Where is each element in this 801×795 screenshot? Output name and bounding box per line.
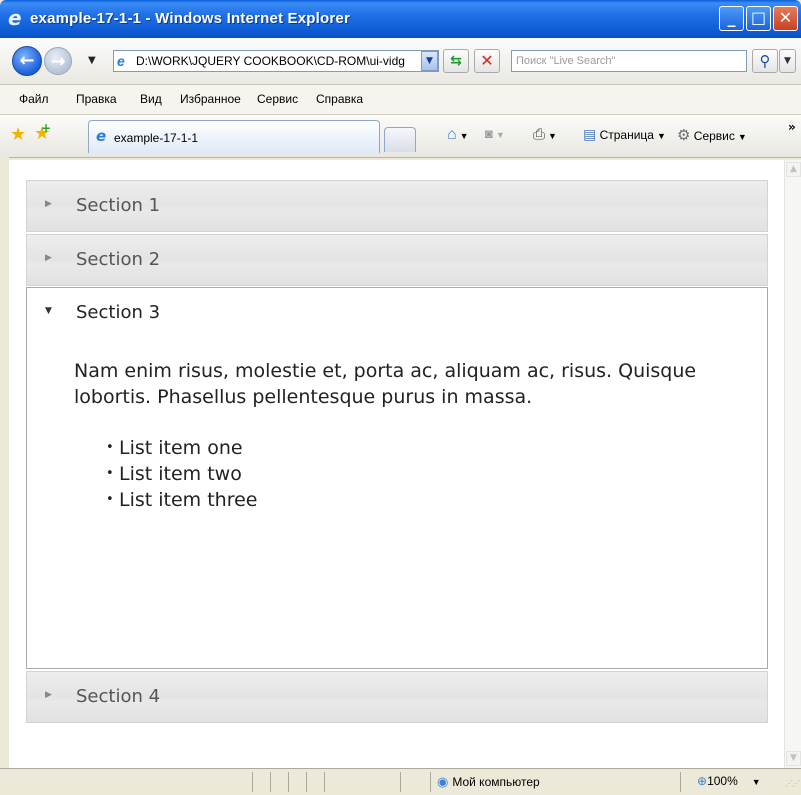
page-menu-button[interactable]: ▤ Страница ▼ xyxy=(583,126,666,143)
gear-icon: ⚙ xyxy=(677,127,691,144)
stop-icon: ✕ xyxy=(480,51,494,70)
list-item: List item three xyxy=(106,487,258,513)
list-item: List item two xyxy=(106,461,257,487)
menu-bar: Файл Правка Вид Избранное Сервис Справка xyxy=(0,85,801,115)
refresh-button[interactable]: ⇆ xyxy=(443,49,469,73)
feeds-button[interactable]: ◙ ▼ xyxy=(485,126,505,141)
zoom-icon: ⊕ xyxy=(697,774,708,788)
forward-button[interactable]: → xyxy=(44,47,72,75)
rss-feed-icon: ◙ xyxy=(485,126,493,141)
accordion-header-section-3[interactable]: ▼ Section 3 xyxy=(26,287,768,343)
panel-paragraph: Nam enim risus, molestie et, porta ac, a… xyxy=(74,360,697,408)
accordion-header-section-2[interactable]: ▶ Section 2 xyxy=(26,234,768,286)
triangle-right-icon: ▶ xyxy=(45,690,52,700)
scroll-down-button[interactable]: ▼ xyxy=(786,751,801,766)
address-input[interactable]: e D:\WORK\JQUERY COOKBOOK\CD-ROM\ui-vidg xyxy=(113,50,439,72)
accordion-header-label: Section 4 xyxy=(76,686,161,707)
page-icon: ▤ xyxy=(583,126,597,142)
ie-page-icon: e xyxy=(96,127,107,145)
tools-menu-button[interactable]: ⚙ Сервис ▼ xyxy=(677,126,747,144)
address-toolbar: ← → ▼ e D:\WORK\JQUERY COOKBOOK\CD-ROM\u… xyxy=(0,38,801,85)
search-button[interactable]: ⚲ xyxy=(752,49,778,73)
tab-example[interactable]: e example-17-1-1 xyxy=(88,120,380,153)
accordion-header-label: Section 1 xyxy=(76,195,161,216)
menu-view[interactable]: Вид xyxy=(140,92,162,106)
zoom-control[interactable]: ⊕100% ▼ xyxy=(697,774,761,788)
close-button[interactable]: ✕ xyxy=(773,6,798,31)
status-divider xyxy=(430,772,431,792)
add-favorite-icon[interactable]: ★ + xyxy=(34,121,51,144)
address-url: D:\WORK\JQUERY COOKBOOK\CD-ROM\ui-vidg xyxy=(136,54,405,68)
favorites-star-icon[interactable]: ★ xyxy=(10,124,26,145)
ie-logo-icon: e xyxy=(8,6,22,30)
maximize-button[interactable]: □ xyxy=(746,6,771,31)
title-bar: e example-17-1-1 - Windows Internet Expl… xyxy=(0,0,801,38)
menu-favorites[interactable]: Избранное xyxy=(180,92,241,106)
panel-list: List item one List item two List item th… xyxy=(74,435,258,513)
triangle-down-icon: ▼ xyxy=(45,306,52,316)
status-divider xyxy=(680,772,681,792)
ie-page-icon: e xyxy=(117,53,125,69)
window-title: example-17-1-1 - Windows Internet Explor… xyxy=(30,10,351,27)
tools-menu-label: Сервис xyxy=(693,129,735,143)
print-button[interactable]: ⎙ ▼ xyxy=(533,126,557,143)
refresh-icon: ⇆ xyxy=(450,53,462,69)
history-dropdown[interactable]: ▼ xyxy=(88,55,96,66)
scroll-up-button[interactable]: ▲ xyxy=(786,162,801,177)
tab-label: example-17-1-1 xyxy=(114,131,199,145)
triangle-right-icon: ▶ xyxy=(45,199,52,209)
home-icon: ⌂ xyxy=(447,126,457,143)
menu-help[interactable]: Справка xyxy=(316,92,363,106)
status-divider xyxy=(252,772,253,792)
menu-edit[interactable]: Правка xyxy=(76,92,117,106)
security-zone-label: Мой компьютер xyxy=(452,775,540,789)
back-button[interactable]: ← xyxy=(12,46,42,76)
stop-button[interactable]: ✕ xyxy=(474,49,500,73)
computer-zone-icon: ◉ xyxy=(437,774,449,789)
status-bar: ◉ Мой компьютер ⊕100% ▼ ⋰⋰ xyxy=(0,768,801,795)
arrow-right-icon: → xyxy=(50,51,66,72)
ie-window: e example-17-1-1 - Windows Internet Expl… xyxy=(0,0,801,795)
search-input[interactable]: Поиск "Live Search" xyxy=(511,50,747,72)
new-tab-button[interactable] xyxy=(384,127,416,152)
status-divider xyxy=(306,772,307,792)
accordion-panel-section-3: Nam enim risus, molestie et, porta ac, a… xyxy=(26,338,768,669)
arrow-left-icon: ← xyxy=(19,50,35,71)
page-menu-label: Страница xyxy=(599,128,654,142)
status-divider xyxy=(288,772,289,792)
accordion-header-label: Section 3 xyxy=(76,302,161,323)
menu-file[interactable]: Файл xyxy=(19,92,49,106)
accordion-header-label: Section 2 xyxy=(76,249,161,270)
command-bar: ★ ★ + e example-17-1-1 ⌂ ▼ ◙ ▼ ⎙ ▼ ▤ Страниц… xyxy=(0,115,801,158)
accordion-header-section-1[interactable]: ▶ Section 1 xyxy=(26,180,768,232)
accordion-header-section-4[interactable]: ▶ Section 4 xyxy=(26,671,768,723)
search-icon: ⚲ xyxy=(759,52,771,70)
search-options-dropdown[interactable]: ▼ xyxy=(779,49,796,73)
address-dropdown[interactable]: ▼ xyxy=(421,51,438,71)
zoom-level: 100% xyxy=(707,774,738,788)
security-zone[interactable]: ◉ Мой компьютер xyxy=(437,774,540,790)
minimize-button[interactable]: _ xyxy=(719,6,744,31)
resize-grip-icon[interactable]: ⋰⋰ xyxy=(785,779,800,788)
status-divider xyxy=(400,772,401,792)
left-frame-border xyxy=(0,157,9,768)
triangle-right-icon: ▶ xyxy=(45,253,52,263)
menu-tools[interactable]: Сервис xyxy=(257,92,298,106)
status-divider xyxy=(270,772,271,792)
status-divider xyxy=(324,772,325,792)
home-button[interactable]: ⌂ ▼ xyxy=(447,126,469,144)
printer-icon: ⎙ xyxy=(533,126,546,143)
content-viewport: ▶ Section 1 ▶ Section 2 ▼ Section 3 Nam … xyxy=(9,160,784,768)
chevron-more-icon[interactable]: » xyxy=(788,120,796,134)
vertical-scrollbar[interactable]: ▲ ▼ xyxy=(784,160,801,768)
list-item: List item one xyxy=(106,435,257,461)
